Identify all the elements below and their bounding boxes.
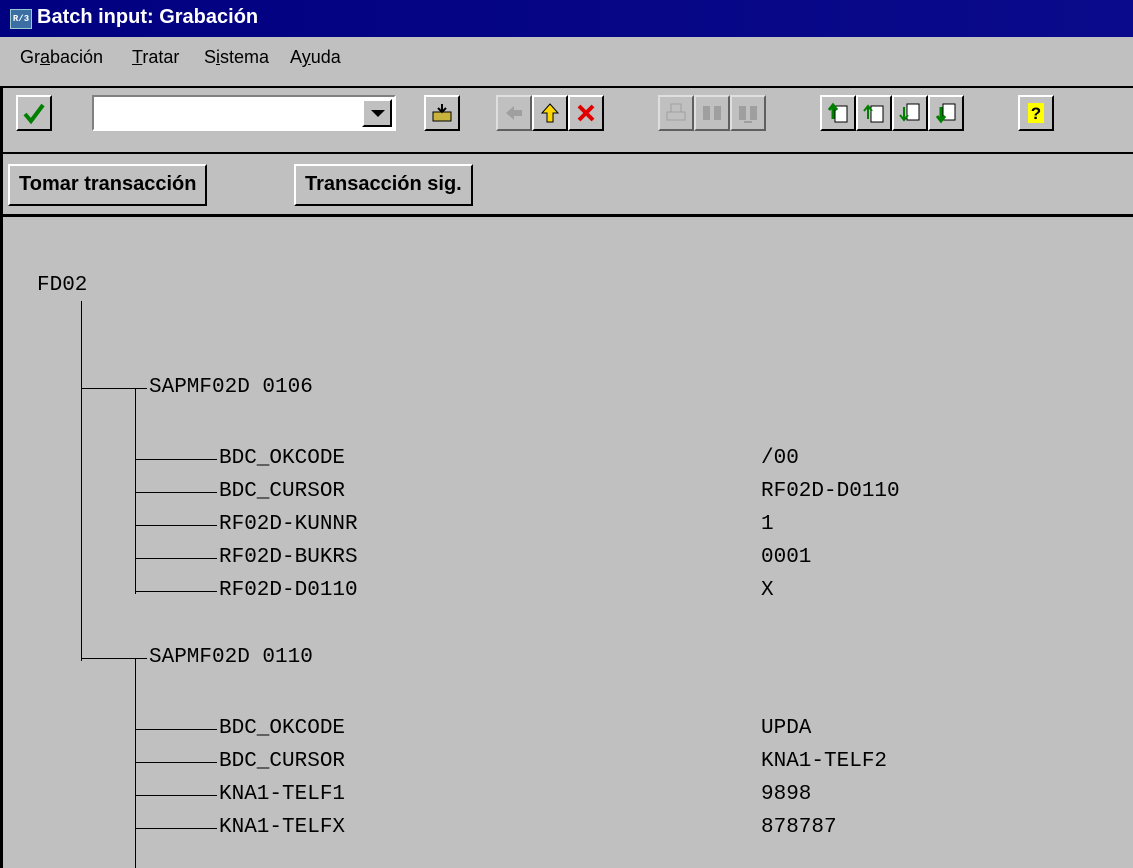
- tree-connector: [135, 828, 217, 829]
- tree-connector: [135, 525, 217, 526]
- field-name[interactable]: BDC_CURSOR: [219, 750, 345, 774]
- last-page-button[interactable]: [928, 95, 964, 131]
- screen-node[interactable]: SAPMF02D 0106: [149, 376, 313, 400]
- back-button[interactable]: [496, 95, 532, 131]
- previous-page-button[interactable]: [856, 95, 892, 131]
- find-next-button[interactable]: [730, 95, 766, 131]
- exit-icon: [540, 103, 560, 123]
- next-page-icon: [899, 103, 920, 122]
- screen-node[interactable]: SAPMF02D 0110: [149, 646, 313, 670]
- field-name[interactable]: BDC_OKCODE: [219, 447, 345, 471]
- take-transaction-button[interactable]: Tomar transacción: [8, 164, 208, 206]
- field-value: 878787: [761, 816, 837, 839]
- tree-connector: [81, 301, 82, 661]
- tree-connector: [135, 658, 136, 868]
- enter-button[interactable]: [16, 95, 52, 131]
- recording-tree: FD02 SAPMF02D 0106 BDC_OKCODE /00 BDC_CU…: [3, 217, 1133, 868]
- field-value: RF02D-D0110: [761, 480, 900, 503]
- back-icon: [506, 106, 522, 120]
- sap-window-icon[interactable]: R/3: [10, 9, 32, 29]
- field-name[interactable]: RF02D-D0110: [219, 579, 358, 603]
- menu-tratar[interactable]: Tratar: [132, 47, 179, 68]
- tree-connector: [135, 591, 217, 592]
- cancel-icon: [577, 104, 595, 122]
- field-name[interactable]: BDC_CURSOR: [219, 480, 345, 504]
- find-icon: [703, 106, 721, 120]
- field-name[interactable]: BDC_OKCODE: [219, 717, 345, 741]
- find-next-icon: [739, 106, 757, 123]
- field-value: KNA1-TELF2: [761, 750, 888, 773]
- cancel-button[interactable]: [568, 95, 604, 131]
- first-page-button[interactable]: [820, 95, 856, 131]
- menu-bar: Grabación Tratar Sistema Ayuda: [0, 37, 1133, 79]
- command-input[interactable]: [96, 99, 358, 127]
- field-value: X: [761, 579, 774, 602]
- tree-connector: [135, 729, 217, 730]
- field-name[interactable]: RF02D-KUNNR: [219, 513, 358, 537]
- field-value: 0001: [761, 546, 812, 569]
- tree-connector: [135, 388, 136, 594]
- last-page-icon: [935, 103, 956, 124]
- field-name[interactable]: KNA1-TELF1: [219, 783, 345, 807]
- field-name[interactable]: KNA1-TELFX: [219, 816, 345, 840]
- menu-sistema[interactable]: Sistema: [204, 47, 269, 68]
- menu-grabacion[interactable]: Grabación: [20, 47, 103, 68]
- next-page-button[interactable]: [892, 95, 928, 131]
- application-toolbar: Tomar transacción Transacción sig.: [0, 154, 1133, 214]
- command-dropdown-button[interactable]: [362, 99, 392, 127]
- help-icon: ?: [1028, 103, 1044, 123]
- help-button[interactable]: ?: [1018, 95, 1054, 131]
- find-button[interactable]: [694, 95, 730, 131]
- tree-connector: [81, 388, 147, 389]
- field-value: 9898: [761, 783, 812, 806]
- checkmark-icon: [23, 103, 45, 125]
- save-icon: [432, 104, 452, 122]
- exit-button[interactable]: [532, 95, 568, 131]
- standard-toolbar: ?: [0, 88, 1133, 152]
- print-icon: [666, 103, 686, 121]
- tree-connector: [135, 459, 217, 460]
- save-button[interactable]: [424, 95, 460, 131]
- menu-ayuda[interactable]: Ayuda: [290, 47, 341, 68]
- print-button[interactable]: [658, 95, 694, 131]
- first-page-icon: [827, 102, 848, 123]
- field-value: 1: [761, 513, 774, 536]
- field-value: UPDA: [761, 717, 812, 740]
- tree-connector: [81, 658, 147, 659]
- title-bar: R/3 Batch input: Grabación: [0, 0, 1133, 37]
- tree-connector: [135, 492, 217, 493]
- field-value: /00: [761, 447, 799, 470]
- tree-connector: [135, 762, 217, 763]
- command-field[interactable]: [92, 95, 396, 131]
- tree-connector: [135, 795, 217, 796]
- transaction-code[interactable]: FD02: [37, 274, 87, 298]
- next-transaction-button[interactable]: Transacción sig.: [294, 164, 473, 206]
- chevron-down-icon: [371, 110, 385, 117]
- svg-text:?: ?: [1031, 104, 1041, 123]
- previous-page-icon: [863, 104, 884, 123]
- tree-connector: [135, 558, 217, 559]
- window-title: Batch input: Grabación: [37, 6, 259, 28]
- field-name[interactable]: RF02D-BUKRS: [219, 546, 358, 570]
